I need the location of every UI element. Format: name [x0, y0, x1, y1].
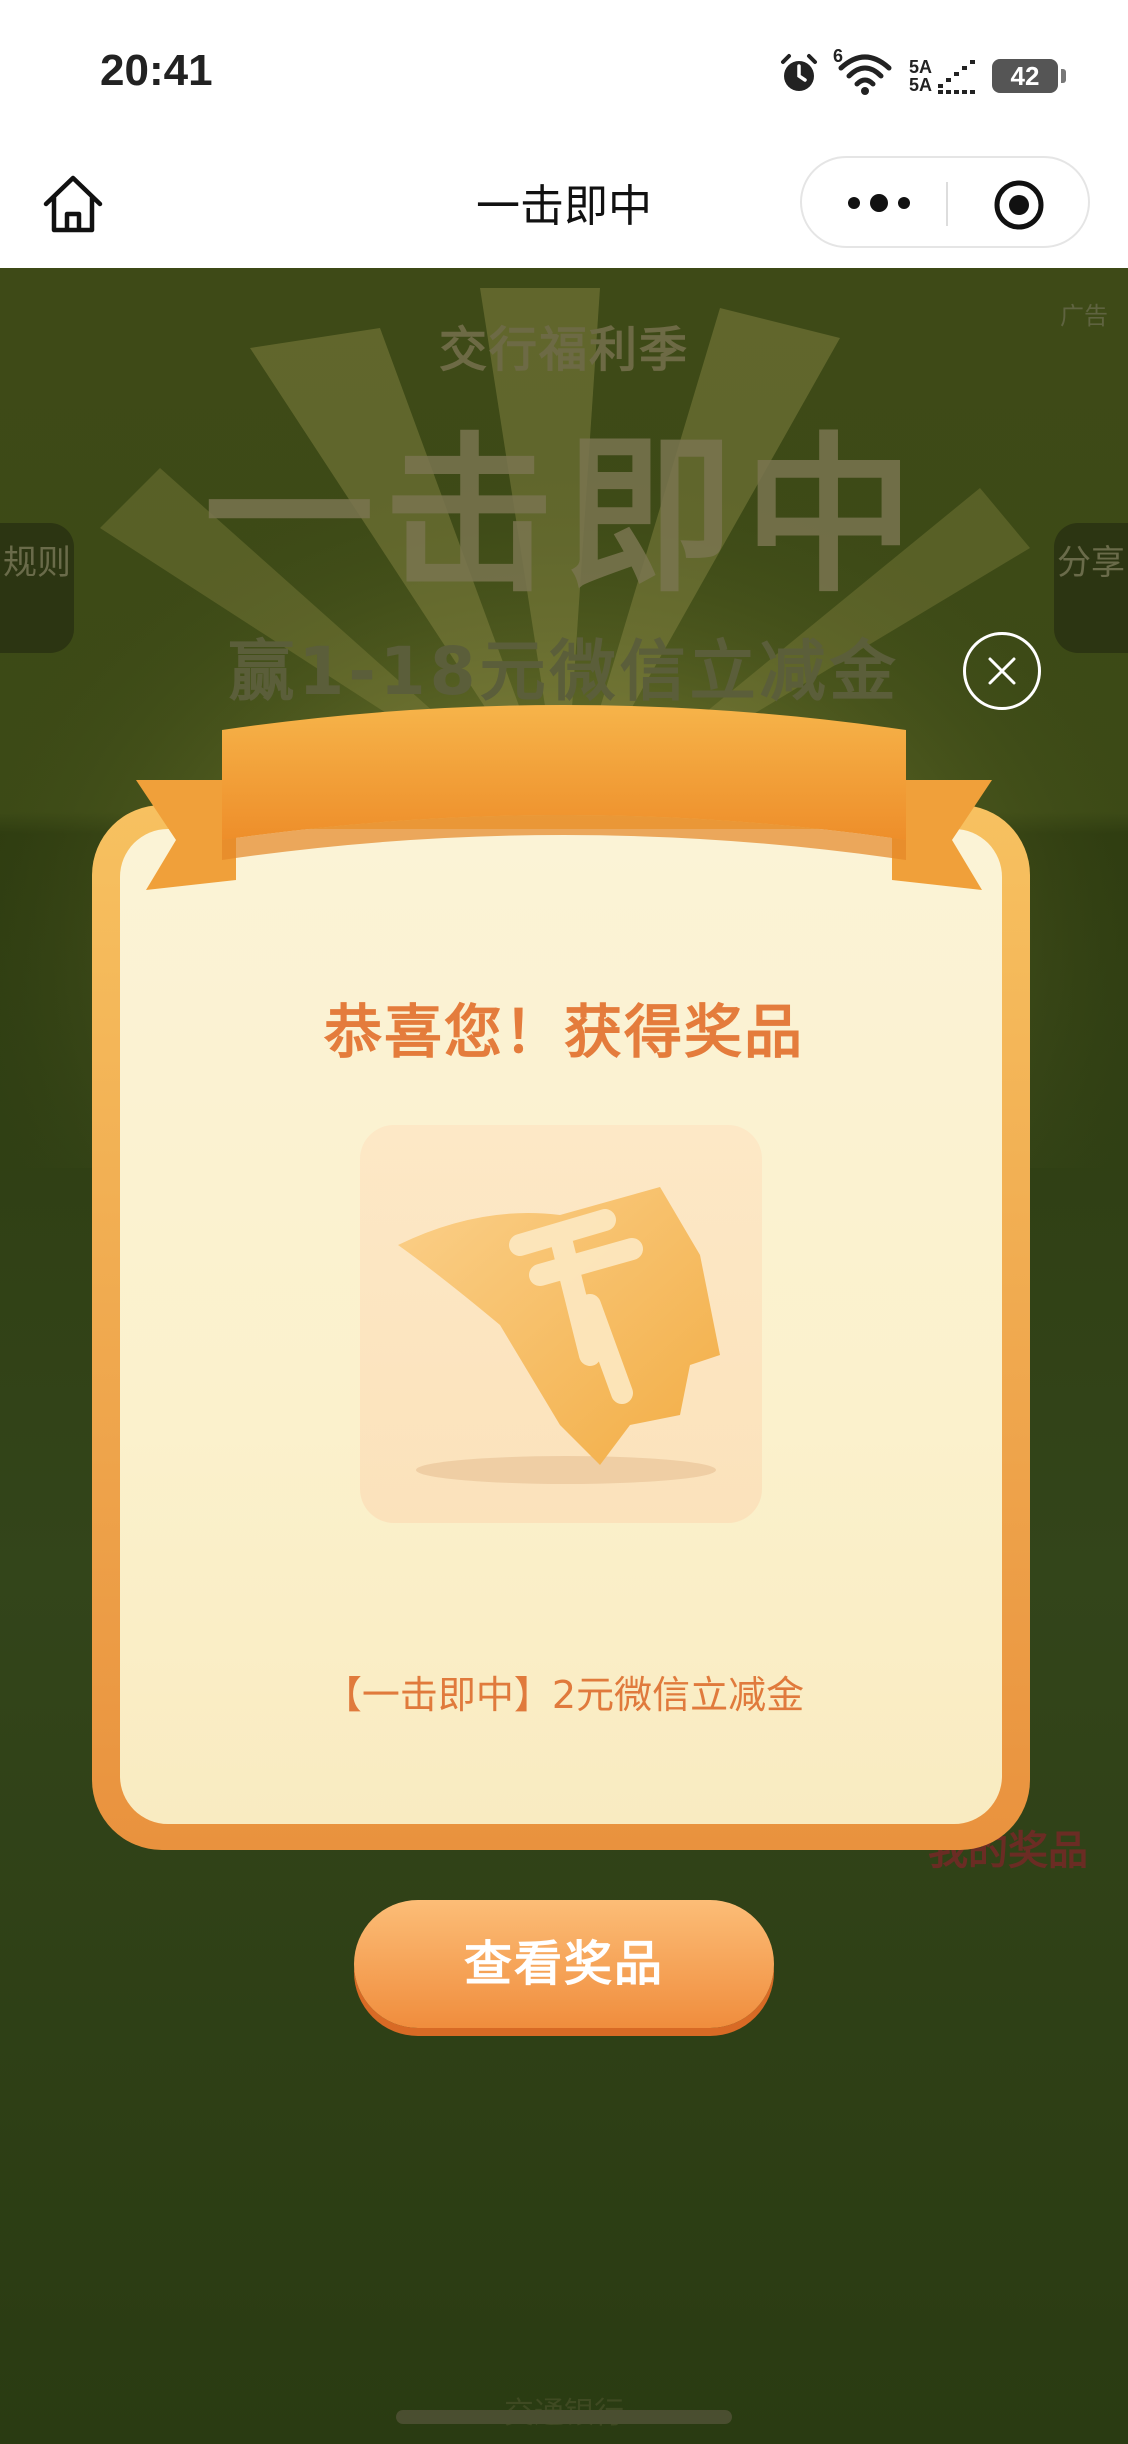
network-label-top: 5A — [908, 57, 932, 77]
brand-logo-text: 交行福利季 — [438, 322, 689, 378]
coupon-icon — [398, 1187, 720, 1484]
nav-bar: 一击即中 — [0, 150, 1128, 268]
wifi-icon: 6 — [833, 46, 893, 100]
status-time: 20:41 — [100, 46, 213, 95]
close-icon — [988, 657, 1016, 685]
wifi-badge: 6 — [832, 46, 843, 66]
share-tab[interactable]: 分享 — [1054, 523, 1128, 653]
view-prize-button[interactable]: 查看奖品 — [354, 1900, 774, 2028]
battery-icon: 42 — [992, 59, 1066, 93]
more-icon[interactable] — [844, 188, 914, 218]
home-indicator[interactable] — [396, 2410, 732, 2424]
close-miniprogram-icon[interactable] — [992, 178, 1046, 232]
prize-image — [360, 1125, 762, 1523]
capsule-divider — [946, 182, 948, 226]
alarm-icon — [777, 52, 821, 100]
status-bar: 20:41 6 5A 5A 42 — [0, 0, 1128, 150]
miniprogram-capsule — [800, 156, 1090, 248]
rules-tab[interactable]: 规则 — [0, 523, 74, 653]
congrats-heading: 恭喜您！获得奖品 — [323, 998, 804, 1066]
network-label-bottom: 5A — [908, 75, 932, 95]
game-title: 一击即中 — [203, 418, 924, 616]
ribbon-banner — [136, 705, 992, 890]
status-icons: 6 5A 5A 42 — [777, 46, 1066, 100]
prize-name: 【一击即中】2元微信立减金 — [323, 1673, 805, 1717]
signal-icon: 5A 5A — [909, 58, 976, 94]
